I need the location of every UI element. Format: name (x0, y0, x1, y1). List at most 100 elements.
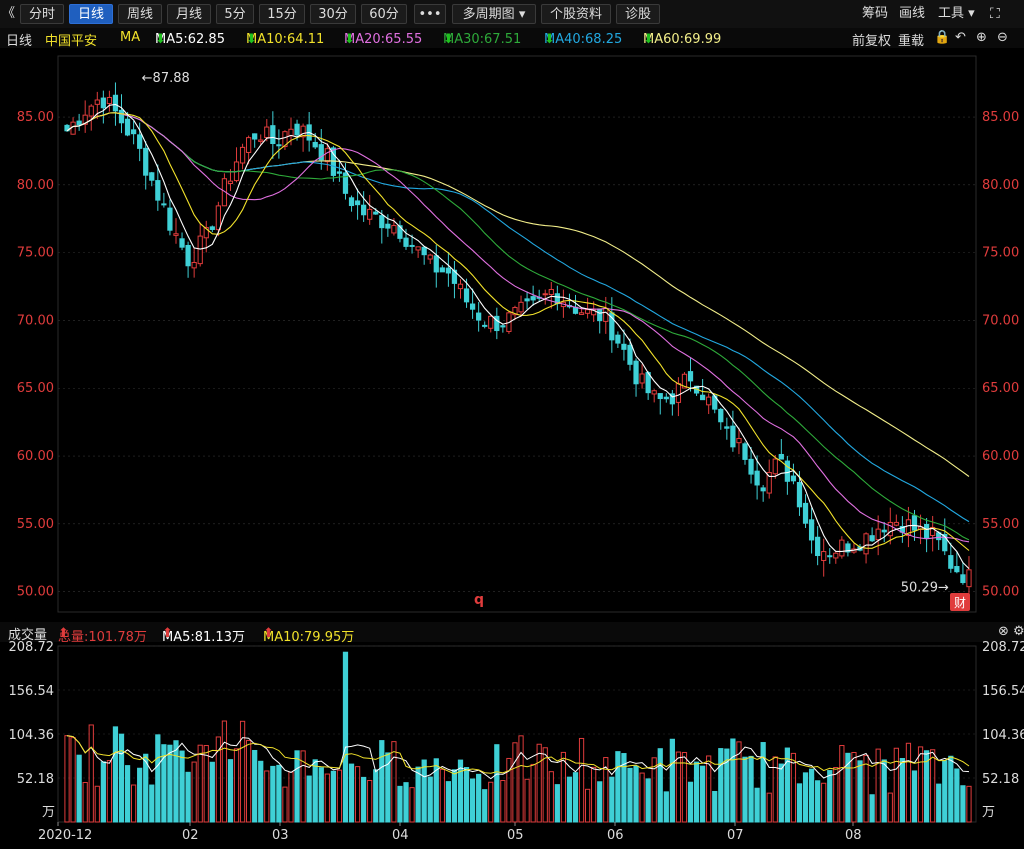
volume-bar (790, 752, 797, 823)
candle-body (106, 96, 113, 105)
candle-body (312, 141, 318, 148)
low-annotation: 50.29→ (901, 581, 949, 596)
volume-ma5-line (66, 735, 970, 780)
adjust-button[interactable]: 前复权 (852, 30, 891, 49)
stock-info-button[interactable]: 个股资料 (541, 4, 611, 24)
volume-bar (663, 791, 669, 823)
volume-bar (960, 785, 966, 823)
candle-body (118, 109, 125, 124)
period-button-intraday[interactable]: 分时 (20, 4, 64, 24)
settings-icon[interactable]: ⚙ (1013, 624, 1024, 639)
close-icon[interactable]: ⊗ (998, 624, 1009, 639)
candle-body (530, 296, 536, 301)
candle-body (282, 131, 288, 148)
candle-body (191, 261, 197, 269)
price-tick-right: 70.00 (982, 313, 1019, 328)
volume-bar (572, 772, 579, 823)
diagnose-button[interactable]: 诊股 (616, 4, 660, 24)
chevron-down-icon: ▾ (964, 6, 975, 21)
volume-bar (863, 754, 869, 823)
volume-bar (215, 736, 221, 823)
volume-bar (808, 768, 815, 823)
reload-button[interactable]: 重载 (898, 30, 924, 49)
candle-body (294, 123, 300, 136)
volume-bar (530, 763, 536, 823)
tools-dropdown[interactable]: 工具 ▾ (938, 4, 975, 24)
volume-bar (342, 651, 349, 823)
volume-bar (681, 751, 688, 823)
ma20-text: MA20:65.55 (344, 32, 423, 47)
volume-bar (591, 766, 597, 823)
more-periods-button[interactable]: ••• (414, 4, 446, 24)
draw-line-button[interactable]: 画线 (899, 4, 925, 24)
volume-bar (457, 759, 464, 823)
volume-bar (264, 770, 270, 823)
volume-bar (905, 742, 912, 823)
volume-bar (566, 776, 573, 823)
stock-chart-canvas[interactable]: 85.00 85.00 80.00 80.00 75.00 75.00 70.00 70.00… (0, 0, 1024, 849)
volume-bar (500, 779, 506, 823)
candle-body (669, 393, 675, 405)
period-button-60min[interactable]: 60分 (361, 4, 407, 24)
zoom-in-icon[interactable]: ⊕ (976, 30, 987, 45)
candle-body (209, 226, 215, 230)
candle-body (591, 308, 597, 316)
volume-bar (276, 764, 282, 823)
period-button-15min[interactable]: 15分 (259, 4, 305, 24)
lock-icon[interactable]: 🔒 (934, 30, 950, 45)
candle-body (64, 124, 70, 132)
period-button-daily[interactable]: 日线 (69, 4, 113, 24)
candle-body (488, 315, 494, 329)
volume-bar (657, 748, 663, 823)
collapse-icon[interactable]: 《 (2, 4, 15, 24)
volume-bar (203, 745, 209, 823)
volume-bar (379, 740, 385, 823)
volume-bar (839, 745, 845, 823)
volume-bar (227, 759, 234, 823)
x-tick-label: 03 (272, 828, 289, 843)
volume-bar (373, 769, 379, 823)
candle-body (124, 118, 131, 136)
volume-bar (167, 744, 173, 823)
chevron-down-icon: ▾ (518, 7, 526, 22)
volume-bar (233, 748, 240, 823)
volume-bar (554, 784, 560, 823)
volume-total-text: 总量:101.78万 (58, 630, 147, 645)
price-tick-right: 50.00 (982, 585, 1019, 600)
candle-body (463, 288, 470, 303)
period-button-monthly[interactable]: 月线 (167, 4, 211, 24)
candle-body (851, 548, 857, 553)
candle-body (439, 267, 445, 273)
volume-bar (748, 755, 754, 823)
volume-bar (687, 781, 694, 823)
volume-bar (76, 754, 82, 823)
volume-panel-frame (57, 645, 977, 823)
zoom-out-icon[interactable]: ⊖ (997, 30, 1008, 45)
candle-body (330, 147, 336, 176)
candle-body (742, 443, 748, 460)
down-arrow-icon: ⬇ (443, 32, 454, 47)
candle-body (536, 296, 542, 299)
volume-bar (445, 781, 452, 823)
candle-body (784, 460, 790, 482)
fin-badge-bg (950, 593, 970, 611)
candle-body (367, 208, 373, 220)
undo-icon[interactable]: ↶ (955, 30, 966, 45)
volume-bar (433, 758, 439, 823)
volume-bar (966, 785, 972, 823)
volume-tick-right: 208.72 (982, 640, 1024, 655)
multi-period-dropdown[interactable]: 多周期图 ▾ (452, 4, 536, 24)
candle-body (239, 146, 246, 164)
period-button-5min[interactable]: 5分 (216, 4, 254, 24)
price-tick-right: 75.00 (982, 246, 1019, 261)
candle-body (936, 532, 942, 541)
fullscreen-icon[interactable]: ⛶ (990, 4, 1000, 24)
chips-button[interactable]: 筹码 (862, 4, 888, 24)
volume-bar (506, 757, 512, 823)
period-button-30min[interactable]: 30分 (310, 4, 356, 24)
volume-ma10-text: MA10:79.95万 (263, 630, 355, 645)
volume-bar (239, 720, 246, 823)
candle-body (796, 482, 803, 508)
period-button-weekly[interactable]: 周线 (118, 4, 162, 24)
volume-title: 成交量 (8, 628, 48, 643)
